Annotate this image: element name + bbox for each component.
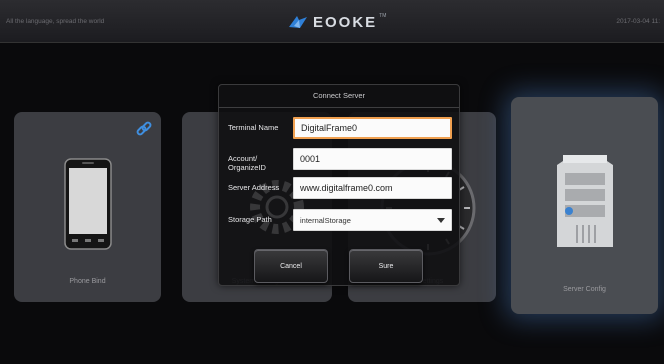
account-field[interactable]: 0001 <box>293 148 452 170</box>
server-config-label: Server Config <box>563 286 606 293</box>
top-bar: All the language, spread the world EOOKE… <box>0 0 664 43</box>
terminal-name-label: Terminal Name <box>228 123 279 132</box>
server-config-card[interactable]: Server Config <box>511 97 658 314</box>
logo-icon <box>289 16 307 28</box>
server-address-value: www.digitalframe0.com <box>300 183 393 193</box>
brand-logo: EOOKE TM <box>288 12 386 32</box>
account-label-line1: Account/ <box>228 154 258 163</box>
caret-down-icon <box>437 217 445 223</box>
server-icon <box>557 155 613 247</box>
dialog-title: Connect Server <box>219 85 459 108</box>
server-address-field[interactable]: www.digitalframe0.com <box>293 177 452 199</box>
server-address-label: Server Address <box>228 183 280 192</box>
terminal-name-value: DigitalFrame0 <box>301 123 358 133</box>
storage-path-label: Storage Path <box>228 215 272 224</box>
account-label-line2: OrganizeID <box>228 163 266 172</box>
cancel-button[interactable]: Cancel <box>254 249 328 283</box>
account-label: Account/ OrganizeID <box>228 154 266 172</box>
storage-path-select[interactable]: internalStorage <box>293 209 452 231</box>
sure-button[interactable]: Sure <box>349 249 423 283</box>
phone-bind-label: Phone Bind <box>69 278 106 285</box>
phone-bind-card[interactable]: Phone Bind <box>14 112 161 302</box>
brand-name: EOOKE <box>313 13 378 31</box>
storage-path-value: internalStorage <box>300 215 351 225</box>
terminal-name-field[interactable]: DigitalFrame0 <box>293 117 452 139</box>
datetime-text: 2017-03-04 11: <box>616 18 660 25</box>
trademark: TM <box>379 13 387 19</box>
account-value: 0001 <box>300 154 321 164</box>
slogan-text: All the language, spread the world <box>6 18 105 25</box>
phone-icon <box>64 158 112 250</box>
connect-server-dialog: Connect Server Terminal Name DigitalFram… <box>218 84 460 286</box>
link-icon <box>136 121 152 136</box>
